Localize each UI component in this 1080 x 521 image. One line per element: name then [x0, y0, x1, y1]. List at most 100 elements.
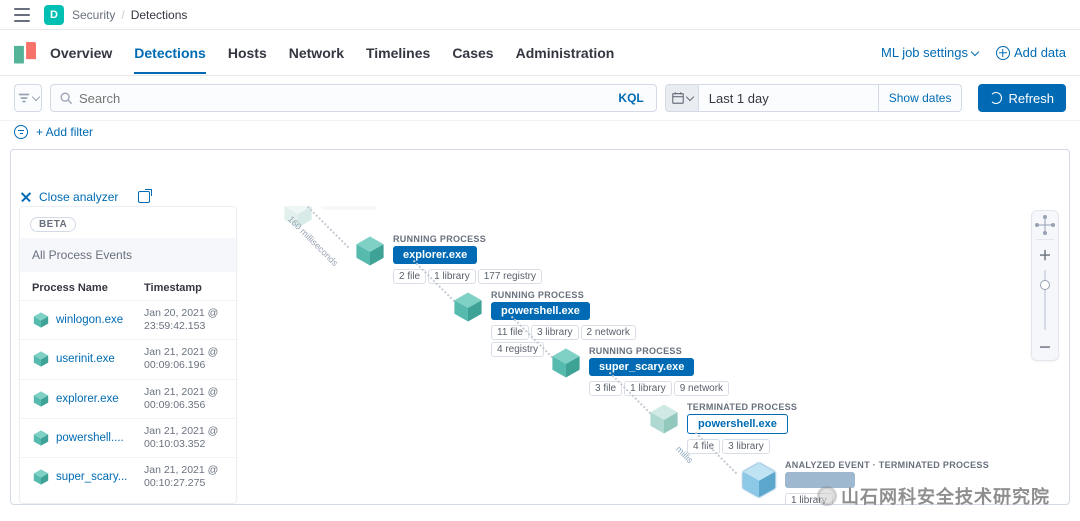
stat-chip[interactable]: 9 network — [674, 381, 729, 396]
calendar-icon — [671, 91, 685, 105]
add-filter-button[interactable]: + Add filter — [36, 125, 93, 139]
zoom-slider-thumb[interactable] — [1040, 280, 1050, 290]
ml-job-settings-link[interactable]: ML job settings — [881, 45, 978, 60]
app-logo[interactable]: D — [44, 5, 64, 25]
node-super-scary[interactable]: RUNNING PROCESS super_scary.exe 3 file 1… — [549, 346, 729, 396]
stat-chip[interactable]: 177 registry — [478, 269, 542, 284]
popout-icon[interactable] — [138, 191, 150, 203]
chevron-down-icon — [686, 93, 694, 101]
search-icon — [59, 91, 73, 105]
row-timestamp: Jan 21, 2021 @00:09:06.196 — [144, 346, 224, 372]
col-timestamp: Timestamp — [144, 282, 224, 294]
date-picker-button[interactable] — [665, 84, 699, 112]
table-row[interactable]: explorer.exeJan 21, 2021 @00:09:06.356 — [20, 379, 236, 418]
cube-icon — [32, 390, 50, 408]
node-explorer[interactable]: RUNNING PROCESS explorer.exe 2 file 1 li… — [353, 234, 542, 284]
col-process-name: Process Name — [32, 282, 144, 294]
stat-chip[interactable]: 3 file — [589, 381, 622, 396]
show-dates-button[interactable]: Show dates — [879, 84, 963, 112]
table-row[interactable]: winlogon.exeJan 20, 2021 @23:59:42.153 — [20, 300, 236, 339]
cube-icon — [549, 346, 583, 380]
stat-chip[interactable]: 2 network — [581, 325, 636, 340]
proc-state: ANALYZED EVENT · TERMINATED PROCESS — [785, 460, 989, 470]
breadcrumb: Security / Detections — [72, 8, 187, 22]
stat-chip[interactable]: 2 file — [393, 269, 426, 284]
query-filter-button[interactable] — [14, 84, 42, 112]
cube-icon — [32, 350, 50, 368]
proc-state: RUNNING PROCESS — [589, 346, 682, 356]
proc-pill[interactable]: powershell.exe — [687, 414, 788, 434]
tab-network[interactable]: Network — [289, 33, 344, 73]
row-timestamp: Jan 21, 2021 @00:09:06.356 — [144, 386, 224, 412]
crosshair-icon — [1035, 215, 1055, 235]
row-process-name: winlogon.exe — [56, 314, 144, 326]
tab-hosts[interactable]: Hosts — [228, 33, 267, 73]
node-powershell-2[interactable]: TERMINATED PROCESS powershell.exe 4 file… — [647, 402, 797, 454]
row-process-name: explorer.exe — [56, 393, 144, 405]
proc-pill[interactable]: powershell.exe — [491, 302, 590, 320]
row-timestamp: Jan 21, 2021 @00:10:03.352 — [144, 425, 224, 451]
proc-pill[interactable]: explorer.exe — [393, 246, 477, 264]
stat-chip[interactable]: 3 library — [531, 325, 579, 340]
breadcrumb-detections[interactable]: Detections — [131, 8, 188, 22]
analyzer-canvas[interactable]: 160 milliseconds RUNNING PROCESS explore… — [237, 206, 1069, 504]
table-row[interactable]: userinit.exeJan 21, 2021 @00:09:06.196 — [20, 339, 236, 378]
cube-icon — [353, 234, 387, 268]
proc-state: RUNNING PROCESS — [393, 234, 486, 244]
proc-state: TERMINATED PROCESS — [687, 402, 797, 412]
refresh-icon — [990, 92, 1002, 104]
search-input-wrapper[interactable]: KQL — [50, 84, 657, 112]
tab-detections[interactable]: Detections — [134, 33, 206, 73]
stat-chip[interactable]: 1 library — [785, 493, 833, 504]
zoom-control: ＋ － — [1031, 210, 1059, 361]
breadcrumb-security[interactable]: Security — [72, 8, 115, 22]
node-analyzed[interactable]: ANALYZED EVENT · TERMINATED PROCESS 1 li… — [739, 460, 989, 504]
refresh-label: Refresh — [1008, 91, 1054, 106]
proc-state: RUNNING PROCESS — [491, 290, 584, 300]
table-row[interactable]: super_scary...Jan 21, 2021 @00:10:27.275 — [20, 457, 236, 496]
zoom-slider[interactable] — [1044, 270, 1046, 330]
row-process-name: powershell.... — [56, 432, 144, 444]
row-process-name: super_scary... — [56, 471, 144, 483]
refresh-button[interactable]: Refresh — [978, 84, 1066, 112]
ml-job-settings-label: ML job settings — [881, 45, 968, 60]
close-analyzer-button[interactable]: Close analyzer — [39, 190, 118, 204]
cube-icon — [739, 460, 779, 500]
breadcrumb-separator-icon: / — [121, 8, 124, 22]
panel-title: All Process Events — [20, 238, 236, 272]
chevron-down-icon — [971, 47, 979, 55]
tab-administration[interactable]: Administration — [516, 33, 615, 73]
cube-icon — [32, 429, 50, 447]
tab-overview[interactable]: Overview — [50, 33, 112, 73]
tab-cases[interactable]: Cases — [452, 33, 493, 73]
cube-icon — [647, 402, 681, 436]
add-data-link[interactable]: Add data — [996, 45, 1066, 60]
stat-chip[interactable]: 3 library — [722, 439, 770, 454]
filter-toggle-icon — [17, 91, 31, 105]
row-process-name: userinit.exe — [56, 353, 144, 365]
add-data-label: Add data — [1014, 45, 1066, 60]
stat-chip[interactable]: 4 registry — [491, 342, 544, 357]
filter-icon[interactable] — [14, 125, 28, 139]
zoom-out-button[interactable]: － — [1035, 336, 1055, 356]
process-events-panel: BETA All Process Events Process Name Tim… — [19, 206, 237, 504]
chevron-down-icon — [32, 93, 40, 101]
row-timestamp: Jan 20, 2021 @23:59:42.153 — [144, 307, 224, 333]
proc-pill[interactable]: super_scary.exe — [589, 358, 694, 376]
kql-label[interactable]: KQL — [618, 91, 647, 105]
proc-pill[interactable] — [785, 472, 855, 488]
cube-icon — [451, 290, 485, 324]
tab-timelines[interactable]: Timelines — [366, 33, 430, 73]
plus-circle-icon — [996, 46, 1010, 60]
row-timestamp: Jan 21, 2021 @00:10:27.275 — [144, 464, 224, 490]
table-row[interactable]: powershell....Jan 21, 2021 @00:10:03.352 — [20, 418, 236, 457]
zoom-in-button[interactable]: ＋ — [1035, 244, 1055, 264]
cube-icon — [32, 468, 50, 486]
cube-icon — [32, 311, 50, 329]
zoom-center-button[interactable] — [1035, 215, 1055, 235]
hamburger-menu-icon[interactable] — [14, 8, 30, 22]
security-app-icon — [14, 42, 36, 64]
search-input[interactable] — [79, 91, 618, 106]
date-range-display[interactable]: Last 1 day — [699, 84, 879, 112]
close-icon[interactable] — [21, 192, 31, 202]
